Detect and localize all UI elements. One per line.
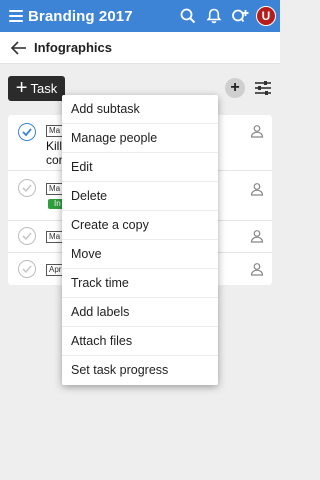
- plus-circle-icon[interactable]: +: [225, 78, 245, 98]
- project-title[interactable]: Branding 2017: [28, 8, 133, 25]
- menu-item-track-time[interactable]: Track time: [62, 269, 218, 298]
- menu-item-move[interactable]: Move: [62, 240, 218, 269]
- back-arrow-icon[interactable]: [10, 39, 28, 57]
- menu-item-add-labels[interactable]: Add labels: [62, 298, 218, 327]
- menu-item-add-subtask[interactable]: Add subtask: [62, 95, 218, 124]
- check-icon[interactable]: [18, 179, 36, 197]
- search-icon[interactable]: [178, 6, 198, 26]
- breadcrumb: Infographics: [34, 40, 113, 55]
- user-avatar[interactable]: U: [256, 6, 276, 26]
- menu-icon[interactable]: [9, 10, 23, 22]
- task-tag: Ma: [46, 231, 64, 243]
- plus-icon: +: [15, 76, 28, 99]
- menu-item-create-copy[interactable]: Create a copy: [62, 211, 218, 240]
- bell-icon[interactable]: [204, 6, 224, 26]
- sliders-icon[interactable]: [254, 79, 272, 97]
- add-task-label: Task: [30, 81, 58, 96]
- add-user-icon[interactable]: [230, 6, 250, 26]
- completed-check-icon[interactable]: [18, 123, 36, 141]
- app-bar: Branding 2017 U: [0, 0, 280, 32]
- check-icon[interactable]: [18, 227, 36, 245]
- task-tag: Ma: [46, 183, 64, 195]
- assignee-icon[interactable]: [250, 229, 264, 243]
- menu-item-set-task-progress[interactable]: Set task progress: [62, 356, 218, 385]
- task-context-menu: Add subtask Manage people Edit Delete Cr…: [62, 95, 218, 385]
- task-tag: Ma: [46, 125, 64, 137]
- check-icon[interactable]: [18, 260, 36, 278]
- sub-header: Infographics: [0, 32, 280, 64]
- assignee-icon[interactable]: [250, 262, 264, 276]
- assignee-icon[interactable]: [250, 124, 264, 138]
- menu-item-attach-files[interactable]: Attach files: [62, 327, 218, 356]
- menu-item-edit[interactable]: Edit: [62, 153, 218, 182]
- header-actions: U: [178, 0, 276, 32]
- task-title: Kill: [46, 139, 63, 153]
- menu-item-delete[interactable]: Delete: [62, 182, 218, 211]
- assignee-icon[interactable]: [250, 182, 264, 196]
- add-task-button[interactable]: + Task: [8, 76, 65, 101]
- menu-item-manage-people[interactable]: Manage people: [62, 124, 218, 153]
